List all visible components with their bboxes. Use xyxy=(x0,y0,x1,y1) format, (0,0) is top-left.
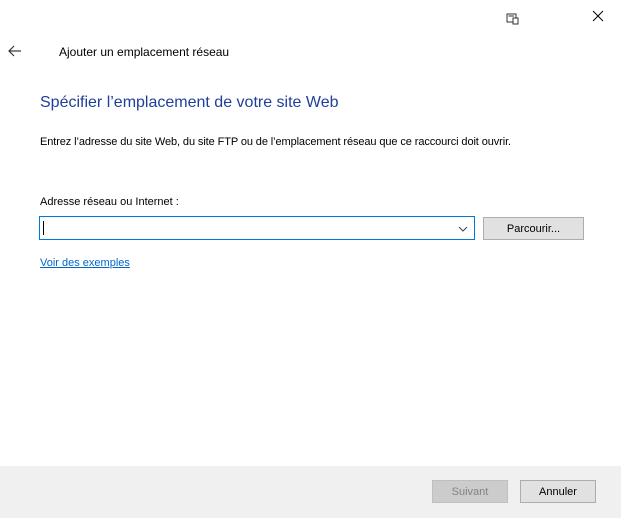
window-tablet-icon[interactable] xyxy=(506,12,520,25)
see-examples-link[interactable]: Voir des exemples xyxy=(40,257,130,269)
next-button[interactable]: Suivant xyxy=(432,480,508,503)
back-arrow-icon xyxy=(8,44,22,62)
text-caret xyxy=(43,221,44,235)
chevron-down-icon xyxy=(458,219,468,237)
title-bar xyxy=(0,0,621,36)
close-icon xyxy=(592,9,604,27)
page-description: Entrez l’adresse du site Web, du site FT… xyxy=(40,136,511,148)
page-heading: Spécifier l’emplacement de votre site We… xyxy=(40,94,339,111)
address-input[interactable] xyxy=(43,219,448,237)
back-button[interactable] xyxy=(5,43,25,63)
dropdown-button[interactable] xyxy=(452,217,474,239)
close-button[interactable] xyxy=(575,0,621,36)
browse-button[interactable]: Parcourir... xyxy=(483,217,584,240)
wizard-title: Ajouter un emplacement réseau xyxy=(59,45,230,59)
address-combobox[interactable] xyxy=(39,216,475,240)
address-label: Adresse réseau ou Internet : xyxy=(40,196,179,208)
cancel-button[interactable]: Annuler xyxy=(520,480,596,503)
add-network-location-wizard: Ajouter un emplacement réseau Spécifier … xyxy=(0,0,621,518)
